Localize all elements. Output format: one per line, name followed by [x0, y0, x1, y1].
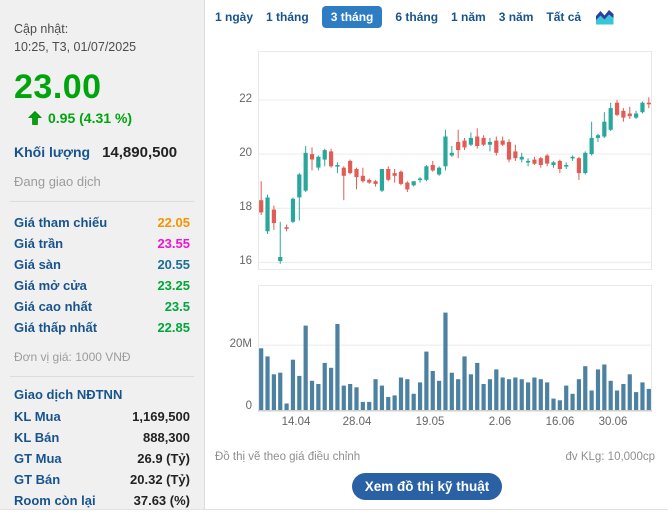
tab-1-ngay[interactable]: 1 ngày	[215, 10, 253, 24]
volume-unit-note: đv KLg: 10,000cp	[565, 451, 655, 463]
table-row: GT Bán 20.32 (Tỷ)	[14, 469, 190, 490]
row-value: 22.05	[157, 215, 190, 230]
row-label: KL Bán	[14, 430, 59, 445]
volume-label: Khối lượng	[14, 144, 90, 160]
tab-tat-ca[interactable]: Tất cả	[546, 10, 581, 24]
row-label: KL Mua	[14, 409, 61, 424]
volume-chart[interactable]	[258, 285, 652, 412]
x-tick-label: 30.06	[599, 416, 628, 428]
row-label: Room còn lại	[14, 493, 96, 508]
row-value: 1,169,500	[132, 409, 190, 424]
tab-3-nam[interactable]: 3 năm	[499, 10, 534, 24]
volume-ytick: 0	[210, 400, 252, 412]
table-row: Giá sàn 20.55	[14, 254, 190, 275]
x-tick-label: 28.04	[343, 416, 372, 428]
stock-quote-widget: Cập nhật: 10:25, T3, 01/07/2025 23.00 0.…	[0, 0, 668, 515]
volume-value: 14,890,500	[102, 144, 177, 161]
adjusted-price-note: Đồ thị vẽ theo giá điều chỉnh	[215, 451, 360, 463]
price-ytick: 20	[210, 147, 252, 159]
chart-area: 1 ngày 1 tháng 3 tháng 6 tháng 1 năm 3 n…	[205, 0, 668, 515]
row-label: Giá cao nhất	[14, 299, 92, 314]
update-timestamp: 10:25, T3, 01/07/2025	[14, 38, 190, 56]
price-ytick: 16	[210, 255, 252, 267]
row-value: 23.25	[157, 278, 190, 293]
x-axis-labels: 14.04 28.04 19.05 2.06 16.06 30.06	[258, 416, 652, 430]
row-value: 20.32 (Tỷ)	[130, 472, 190, 487]
tab-3-thang[interactable]: 3 tháng	[322, 6, 383, 28]
row-label: GT Mua	[14, 451, 62, 466]
price-change-row: 0.95 (4.31 %)	[14, 110, 190, 126]
period-tabs: 1 ngày 1 tháng 3 tháng 6 tháng 1 năm 3 n…	[215, 6, 614, 28]
volume-ytick: 20M	[210, 338, 252, 350]
divider	[10, 376, 194, 377]
area-chart-icon[interactable]	[596, 9, 614, 25]
x-tick-label: 16.06	[546, 416, 575, 428]
technical-chart-button[interactable]: Xem đồ thị kỹ thuật	[352, 473, 502, 500]
table-row: Giá thấp nhất 22.85	[14, 317, 190, 338]
row-label: Giá tham chiếu	[14, 215, 107, 230]
row-label: Giá thấp nhất	[14, 320, 97, 335]
tab-1-nam[interactable]: 1 năm	[451, 10, 486, 24]
tab-1-thang[interactable]: 1 tháng	[266, 10, 309, 24]
price-unit-note: Đơn vị giá: 1000 VNĐ	[14, 350, 190, 364]
row-value: 20.55	[157, 257, 190, 272]
update-label: Cập nhật:	[14, 20, 190, 38]
table-row: KL Mua 1,169,500	[14, 406, 190, 427]
table-row: Giá cao nhất 23.5	[14, 296, 190, 317]
row-label: Giá sàn	[14, 257, 61, 272]
divider	[10, 201, 194, 202]
row-value: 26.9 (Tỷ)	[137, 451, 190, 466]
table-row: KL Bán 888,300	[14, 427, 190, 448]
current-price: 23.00	[14, 68, 190, 107]
row-value: 37.63 (%)	[134, 493, 190, 508]
table-row: GT Mua 26.9 (Tỷ)	[14, 448, 190, 469]
row-value: 22.85	[157, 320, 190, 335]
row-value: 888,300	[143, 430, 190, 445]
quote-info-panel: Cập nhật: 10:25, T3, 01/07/2025 23.00 0.…	[0, 0, 205, 509]
x-tick-label: 2.06	[489, 416, 511, 428]
volume-row: Khối lượng 14,890,500	[14, 144, 190, 161]
price-ytick: 22	[210, 93, 252, 105]
last-update: Cập nhật: 10:25, T3, 01/07/2025	[14, 20, 190, 56]
row-label: GT Bán	[14, 472, 60, 487]
price-reference-table: Giá tham chiếu 22.05 Giá trần 23.55 Giá …	[14, 212, 190, 338]
chart-footnotes: Đồ thị vẽ theo giá điều chỉnh đv KLg: 10…	[215, 451, 655, 463]
row-value: 23.5	[165, 299, 190, 314]
table-row: Giá tham chiếu 22.05	[14, 212, 190, 233]
arrow-up-icon	[28, 111, 42, 125]
tab-6-thang[interactable]: 6 tháng	[395, 10, 438, 24]
row-value: 23.55	[157, 236, 190, 251]
x-tick-label: 14.04	[282, 416, 311, 428]
price-ytick: 18	[210, 201, 252, 213]
trading-status: Đang giao dịch	[14, 174, 190, 189]
foreign-trading-title: Giao dịch NĐTNN	[14, 387, 190, 402]
price-change-value: 0.95 (4.31 %)	[48, 110, 132, 126]
row-label: Giá mở cửa	[14, 278, 87, 293]
candlestick-chart[interactable]	[258, 51, 652, 270]
foreign-trading-table: KL Mua 1,169,500 KL Bán 888,300 GT Mua 2…	[14, 406, 190, 511]
table-row: Giá trần 23.55	[14, 233, 190, 254]
bottom-divider	[0, 509, 668, 510]
row-label: Giá trần	[14, 236, 63, 251]
x-tick-label: 19.05	[416, 416, 445, 428]
table-row: Giá mở cửa 23.25	[14, 275, 190, 296]
